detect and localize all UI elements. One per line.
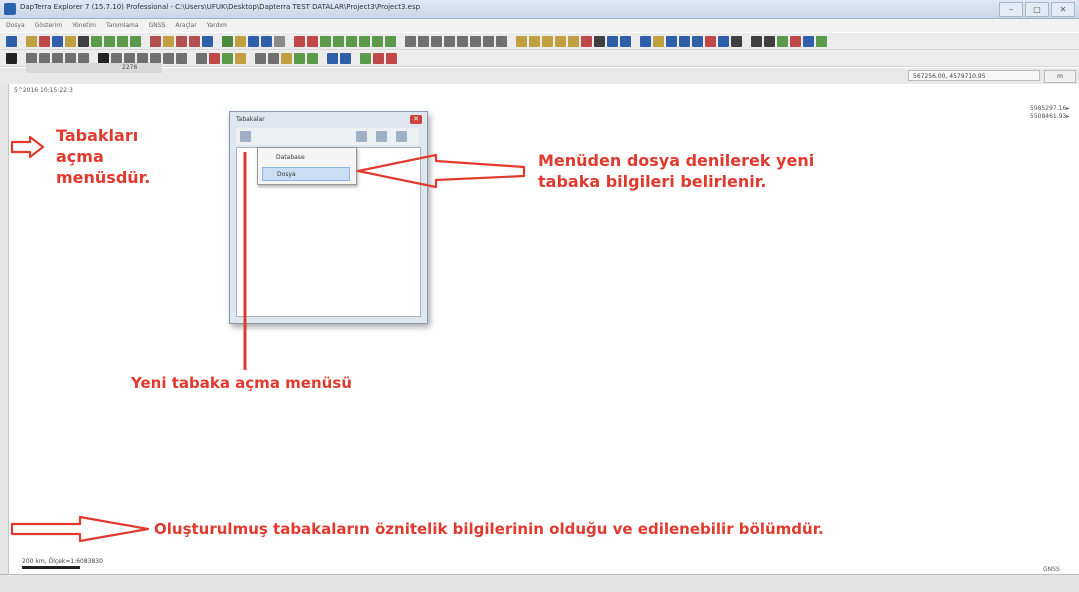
arrow-menu-dosya-icon xyxy=(356,153,526,189)
annotation-tabakalar-menu: Tabakları açma menüsdür. xyxy=(56,125,150,188)
annotation-yeni-tabaka: Yeni tabaka açma menüsü xyxy=(131,374,352,392)
arrow-oznitelik-icon xyxy=(10,515,150,543)
annotation-line: Menüden dosya denilerek yeni xyxy=(538,151,815,170)
annotation-oznitelik: Oluşturulmuş tabakaların öznitelik bilgi… xyxy=(154,520,824,538)
annotation-line: Tabakları xyxy=(56,126,139,145)
annotation-line: tabaka bilgileri belirlenir. xyxy=(538,172,767,191)
annotation-line: açma xyxy=(56,147,104,166)
annotation-line: menüsdür. xyxy=(56,168,151,187)
arrow-tabakalar-icon xyxy=(10,135,45,159)
annotation-arrows xyxy=(10,135,526,543)
annotation-menu-dosya: Menüden dosya denilerek yeni tabaka bilg… xyxy=(538,150,814,192)
